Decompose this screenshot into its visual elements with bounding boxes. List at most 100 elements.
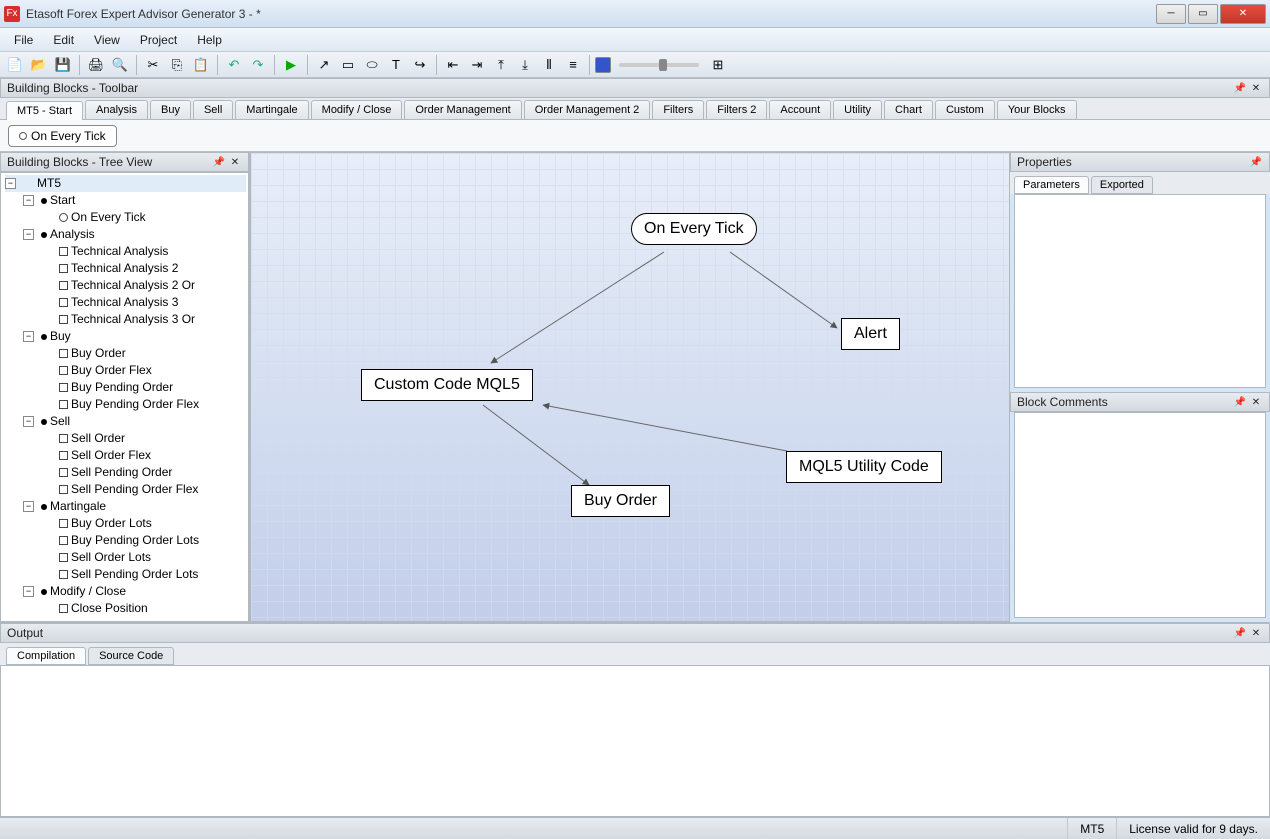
- node-on-every-tick[interactable]: On Every Tick: [631, 213, 757, 245]
- tree-item[interactable]: Technical Analysis: [41, 243, 246, 260]
- tab-account[interactable]: Account: [769, 100, 831, 119]
- tree-item[interactable]: Technical Analysis 3 Or: [41, 311, 246, 328]
- menu-file[interactable]: File: [6, 31, 41, 49]
- block-on-every-tick[interactable]: On Every Tick: [8, 125, 117, 147]
- save-icon[interactable]: 💾: [52, 54, 74, 76]
- tab-mt5-start[interactable]: MT5 - Start: [6, 101, 83, 120]
- open-icon[interactable]: 📂: [28, 54, 50, 76]
- menu-project[interactable]: Project: [132, 31, 185, 49]
- tab-filters-2[interactable]: Filters 2: [706, 100, 767, 119]
- diagram-canvas[interactable]: On Every Tick Alert Custom Code MQL5 Buy…: [250, 152, 1010, 622]
- node-alert[interactable]: Alert: [841, 318, 900, 350]
- tab-compilation[interactable]: Compilation: [6, 647, 86, 665]
- tree-item[interactable]: Buy Order Lots: [41, 515, 246, 532]
- distribute-h-icon[interactable]: ⫴: [538, 54, 560, 76]
- tree-root[interactable]: −MT5: [5, 175, 246, 192]
- tree-item[interactable]: Sell Pending Order Lots: [41, 566, 246, 583]
- text-tool-icon[interactable]: T: [385, 54, 407, 76]
- tab-buy[interactable]: Buy: [150, 100, 191, 119]
- tab-chart[interactable]: Chart: [884, 100, 933, 119]
- rounded-rect-tool-icon[interactable]: ⬭: [361, 54, 383, 76]
- node-custom-code[interactable]: Custom Code MQL5: [361, 369, 533, 401]
- grid-toggle-icon[interactable]: ⊞: [707, 54, 729, 76]
- close-panel-icon[interactable]: ✕: [1249, 395, 1263, 409]
- find-icon[interactable]: 🔍: [109, 54, 131, 76]
- tree-item[interactable]: On Every Tick: [41, 209, 246, 226]
- tab-exported[interactable]: Exported: [1091, 176, 1153, 194]
- node-utility-code[interactable]: MQL5 Utility Code: [786, 451, 942, 483]
- tree-item[interactable]: Buy Pending Order Flex: [41, 396, 246, 413]
- arrow-tool-icon[interactable]: ↗: [313, 54, 335, 76]
- color-picker-icon[interactable]: [595, 57, 611, 73]
- tab-your-blocks[interactable]: Your Blocks: [997, 100, 1077, 119]
- copy-icon[interactable]: ⎘: [166, 54, 188, 76]
- tree-item[interactable]: Sell Pending Order: [41, 464, 246, 481]
- paste-icon[interactable]: 📋: [190, 54, 212, 76]
- pin-icon[interactable]: 📌: [1233, 626, 1247, 640]
- menu-edit[interactable]: Edit: [45, 31, 82, 49]
- tree-item[interactable]: Technical Analysis 2: [41, 260, 246, 277]
- align-bottom-icon[interactable]: ⤓: [514, 54, 536, 76]
- run-icon[interactable]: ▶: [280, 54, 302, 76]
- tab-custom[interactable]: Custom: [935, 100, 995, 119]
- zoom-slider[interactable]: [619, 63, 699, 67]
- tree-group-start[interactable]: −Start: [23, 192, 246, 209]
- link-tool-icon[interactable]: ↪: [409, 54, 431, 76]
- tree-group-sell[interactable]: −Sell: [23, 413, 246, 430]
- new-icon[interactable]: 📄: [4, 54, 26, 76]
- tab-sell[interactable]: Sell: [193, 100, 233, 119]
- redo-icon[interactable]: ↷: [247, 54, 269, 76]
- tree-item[interactable]: Buy Pending Order: [41, 379, 246, 396]
- tree-item[interactable]: Sell Order: [41, 430, 246, 447]
- block-comments-body[interactable]: [1014, 412, 1266, 618]
- tab-source-code[interactable]: Source Code: [88, 647, 174, 665]
- tab-filters[interactable]: Filters: [652, 100, 704, 119]
- pin-icon[interactable]: 📌: [1233, 81, 1247, 95]
- menu-view[interactable]: View: [86, 31, 128, 49]
- pin-icon[interactable]: 📌: [1249, 155, 1263, 169]
- tab-parameters[interactable]: Parameters: [1014, 176, 1089, 194]
- cut-icon[interactable]: ✂: [142, 54, 164, 76]
- tab-order-management-2[interactable]: Order Management 2: [524, 100, 651, 119]
- pin-icon[interactable]: 📌: [212, 155, 226, 169]
- tree-item[interactable]: Buy Order Flex: [41, 362, 246, 379]
- rect-tool-icon[interactable]: ▭: [337, 54, 359, 76]
- close-panel-icon[interactable]: ✕: [1249, 81, 1263, 95]
- maximize-button[interactable]: ▭: [1188, 4, 1218, 24]
- tree-group-buy[interactable]: −Buy: [23, 328, 246, 345]
- tree-item[interactable]: Buy Order: [41, 345, 246, 362]
- tree-item[interactable]: Sell Pending Order Flex: [41, 481, 246, 498]
- pin-icon[interactable]: 📌: [1233, 395, 1247, 409]
- tree-group-modify-close[interactable]: −Modify / Close: [23, 583, 246, 600]
- menu-help[interactable]: Help: [189, 31, 230, 49]
- align-top-icon[interactable]: ⤒: [490, 54, 512, 76]
- node-buy-order[interactable]: Buy Order: [571, 485, 670, 517]
- print-icon[interactable]: 🖨: [85, 54, 107, 76]
- tree-group-analysis[interactable]: −Analysis: [23, 226, 246, 243]
- status-license: License valid for 9 days.: [1116, 818, 1270, 839]
- tab-order-management[interactable]: Order Management: [404, 100, 521, 119]
- tree-item[interactable]: Buy Pending Order Lots: [41, 532, 246, 549]
- tab-martingale[interactable]: Martingale: [235, 100, 308, 119]
- tab-analysis[interactable]: Analysis: [85, 100, 148, 119]
- tree-item[interactable]: Sell Order Lots: [41, 549, 246, 566]
- tab-modify-close[interactable]: Modify / Close: [311, 100, 403, 119]
- tree-view[interactable]: −MT5 −Start On Every Tick −Analysis Tech…: [0, 172, 249, 622]
- distribute-v-icon[interactable]: ≡: [562, 54, 584, 76]
- minimize-button[interactable]: ─: [1156, 4, 1186, 24]
- undo-icon[interactable]: ↶: [223, 54, 245, 76]
- align-right-icon[interactable]: ⇥: [466, 54, 488, 76]
- panel-title: Output: [7, 626, 43, 640]
- tree-item[interactable]: Sell Order Flex: [41, 447, 246, 464]
- output-header: Output 📌 ✕: [0, 623, 1270, 643]
- close-panel-icon[interactable]: ✕: [228, 155, 242, 169]
- close-panel-icon[interactable]: ✕: [1249, 626, 1263, 640]
- tree-item[interactable]: Close Position: [41, 600, 246, 617]
- panel-title: Building Blocks - Toolbar: [7, 81, 138, 95]
- tree-item[interactable]: Technical Analysis 3: [41, 294, 246, 311]
- close-button[interactable]: ✕: [1220, 4, 1266, 24]
- tab-utility[interactable]: Utility: [833, 100, 882, 119]
- align-left-icon[interactable]: ⇤: [442, 54, 464, 76]
- tree-group-martingale[interactable]: −Martingale: [23, 498, 246, 515]
- tree-item[interactable]: Technical Analysis 2 Or: [41, 277, 246, 294]
